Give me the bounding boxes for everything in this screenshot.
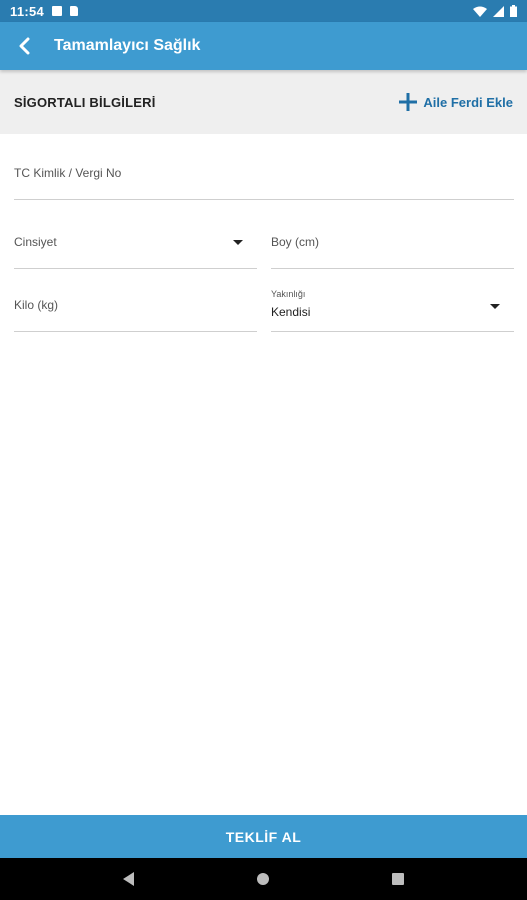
nav-recents-icon[interactable] <box>392 873 404 885</box>
section-title: SİGORTALI BİLGİLERİ <box>14 94 156 110</box>
system-nav-bar <box>0 858 527 900</box>
chevron-down-icon <box>490 304 500 309</box>
status-time: 11:54 <box>10 3 45 19</box>
status-bar: 11:54 <box>0 0 527 22</box>
weight-placeholder: Kilo (kg) <box>14 298 59 312</box>
weight-field[interactable]: Kilo (kg) <box>14 282 257 332</box>
get-quote-button[interactable]: TEKLİF AL <box>0 815 527 858</box>
signal-icon <box>493 5 504 17</box>
relation-value: Kendisi <box>271 305 311 319</box>
plus-icon <box>399 93 418 111</box>
insured-info-header: SİGORTALI BİLGİLERİ Aile Ferdi Ekle <box>0 70 527 134</box>
sim-card-icon <box>70 6 79 16</box>
gender-select[interactable]: Cinsiyet <box>14 218 257 269</box>
relation-label: Yakınlığı <box>271 289 306 299</box>
tc-id-field[interactable]: TC Kimlik / Vergi No <box>14 150 514 200</box>
add-family-member-label: Aile Ferdi Ekle <box>423 94 513 110</box>
height-field[interactable]: Boy (cm) <box>271 218 514 269</box>
back-arrow-icon <box>19 37 30 55</box>
notification-icon <box>52 6 63 16</box>
page-title: Tamamlayıcı Sağlık <box>54 37 201 54</box>
tc-id-placeholder: TC Kimlik / Vergi No <box>14 166 122 180</box>
nav-home-icon[interactable] <box>257 873 269 885</box>
back-button[interactable] <box>0 22 48 70</box>
app-bar: Tamamlayıcı Sağlık <box>0 22 527 70</box>
add-family-member-button[interactable]: Aile Ferdi Ekle <box>399 93 513 111</box>
relation-select[interactable]: Yakınlığı Kendisi <box>271 282 514 332</box>
gender-placeholder: Cinsiyet <box>14 235 57 249</box>
battery-icon <box>510 5 517 17</box>
wifi-icon <box>473 6 487 17</box>
height-placeholder: Boy (cm) <box>271 235 319 249</box>
get-quote-label: TEKLİF AL <box>225 828 302 845</box>
nav-back-icon[interactable] <box>123 872 134 886</box>
chevron-down-icon <box>233 240 243 245</box>
